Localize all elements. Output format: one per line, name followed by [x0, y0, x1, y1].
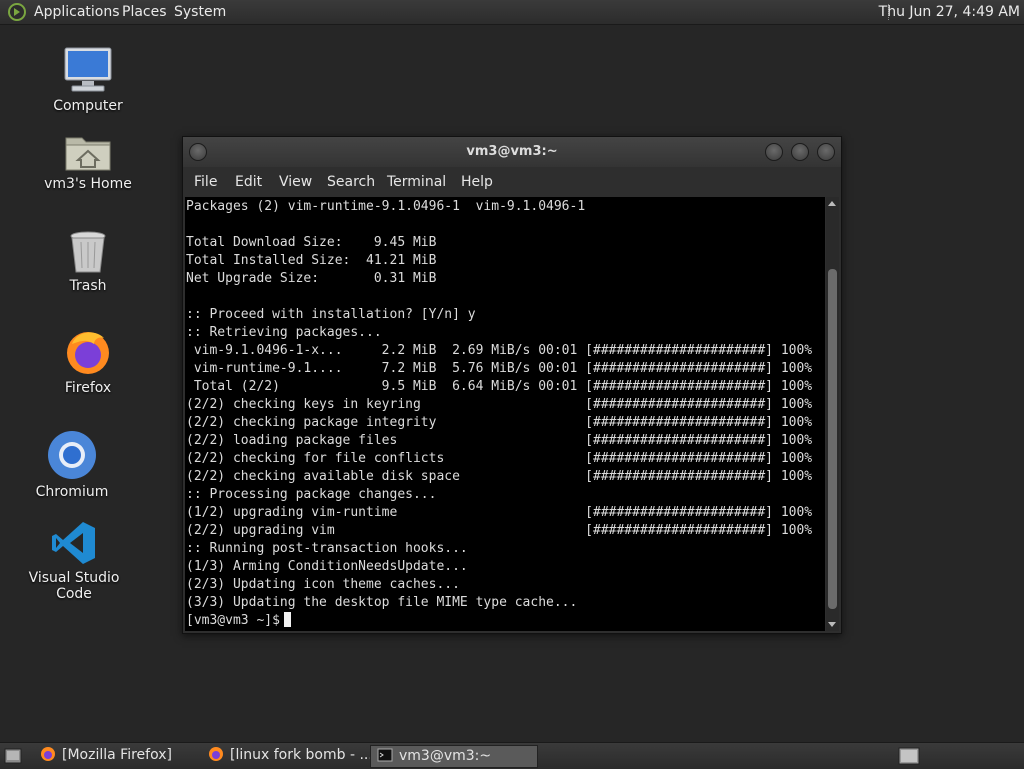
- terminal-line: (2/2) upgrading vim [###################…: [186, 523, 813, 538]
- os-logo-icon[interactable]: [8, 3, 26, 21]
- desktop-icon-label: Computer: [53, 98, 123, 114]
- firefox-icon: [41, 747, 55, 761]
- terminal-menubar: File Edit View Search Terminal Help: [183, 167, 841, 196]
- terminal-line: (2/2) checking keys in keyring [########…: [186, 397, 813, 412]
- terminal-line: (2/2) checking for file conflicts [#####…: [186, 451, 813, 466]
- workspace-switcher-icon[interactable]: [898, 747, 920, 765]
- terminal-line: (2/2) checking package integrity [######…: [186, 415, 813, 430]
- computer-icon: [64, 47, 112, 92]
- menu-search[interactable]: Search: [327, 174, 375, 190]
- desktop-icon-label: vm3's Home: [44, 176, 132, 192]
- menu-file[interactable]: File: [194, 174, 217, 190]
- desktop-icon-label: Chromium: [35, 484, 109, 500]
- menu-view[interactable]: View: [279, 174, 312, 190]
- vscode-icon: [52, 522, 95, 564]
- terminal-line: Net Upgrade Size: 0.31 MiB: [186, 271, 437, 286]
- desktop-icon-label: Trash: [69, 278, 107, 294]
- terminal-line: (2/2) loading package files [###########…: [186, 433, 813, 448]
- terminal-line: (2/2) checking available disk space [###…: [186, 469, 813, 484]
- terminal-line: Packages (2) vim-runtime-9.1.0496-1 vim-…: [186, 199, 586, 214]
- firefox-icon: [67, 332, 109, 374]
- terminal-line: (2/3) Updating icon theme caches...: [186, 577, 460, 592]
- terminal-line: Total Installed Size: 41.21 MiB: [186, 253, 437, 268]
- desktop-icon-label: Firefox: [64, 380, 112, 396]
- desktop-icon-home[interactable]: vm3's Home: [33, 130, 143, 192]
- terminal-output[interactable]: Packages (2) vim-runtime-9.1.0496-1 vim-…: [185, 197, 825, 631]
- minimize-button[interactable]: [765, 143, 783, 161]
- menu-applications[interactable]: Applications: [34, 4, 120, 20]
- terminal-cursor: [283, 612, 291, 627]
- menu-system[interactable]: System: [174, 4, 226, 20]
- taskbar-item-label: [Mozilla Firefox]: [62, 747, 172, 763]
- maximize-button[interactable]: [791, 143, 809, 161]
- desktop-icon-computer[interactable]: Computer: [33, 46, 143, 114]
- taskbar-item-terminal[interactable]: vm3@vm3:~: [370, 745, 538, 768]
- menu-help[interactable]: Help: [461, 174, 493, 190]
- desktop-icon-firefox[interactable]: Firefox: [33, 328, 143, 396]
- show-desktop-icon[interactable]: [4, 748, 22, 764]
- top-panel: Applications Places System Thu Jun 27, 4…: [0, 0, 1024, 25]
- terminal-window[interactable]: vm3@vm3:~ File Edit View Search Terminal…: [182, 136, 842, 634]
- terminal-line: (3/3) Updating the desktop file MIME typ…: [186, 595, 578, 610]
- terminal-line: vim-9.1.0496-1-x... 2.2 MiB 2.69 MiB/s 0…: [193, 343, 813, 358]
- firefox-icon: [209, 747, 223, 761]
- menu-edit[interactable]: Edit: [235, 174, 262, 190]
- terminal-prompt: [vm3@vm3 ~]$: [186, 613, 280, 628]
- terminal-icon: [377, 748, 393, 762]
- terminal-line: Total (2/2) 9.5 MiB 6.64 MiB/s 00:01 [##…: [193, 379, 813, 394]
- desktop-icon-label: Visual Studio Code: [28, 570, 120, 602]
- close-button[interactable]: [817, 143, 835, 161]
- terminal-line: (1/2) upgrading vim-runtime [###########…: [186, 505, 813, 520]
- desktop-icon-chromium[interactable]: Chromium: [17, 430, 127, 500]
- clock[interactable]: Thu Jun 27, 4:49 AM: [879, 4, 1020, 20]
- bottom-panel: [Mozilla Firefox] [linux fork bomb - ...…: [0, 742, 1024, 769]
- taskbar-item-firefox[interactable]: [Mozilla Firefox]: [34, 745, 202, 766]
- menu-places[interactable]: Places: [122, 4, 167, 20]
- window-title: vm3@vm3:~: [466, 144, 558, 159]
- terminal-line: (1/3) Arming ConditionNeedsUpdate...: [186, 559, 468, 574]
- desktop-icon-vscode[interactable]: Visual Studio Code: [19, 520, 129, 602]
- terminal-line: :: Processing package changes...: [186, 487, 437, 502]
- taskbar-item-firefox-2[interactable]: [linux fork bomb - ...: [202, 745, 370, 766]
- terminal-line: :: Running post-transaction hooks...: [186, 541, 468, 556]
- desktop-icon-trash[interactable]: Trash: [33, 230, 143, 294]
- taskbar-item-label: vm3@vm3:~: [399, 748, 492, 764]
- taskbar-item-label: [linux fork bomb - ...: [230, 747, 370, 763]
- terminal-line: :: Retrieving packages...: [186, 325, 382, 340]
- scroll-down-icon[interactable]: [828, 622, 836, 627]
- scroll-thumb[interactable]: [828, 269, 837, 609]
- scrollbar[interactable]: [826, 197, 839, 631]
- scroll-up-icon[interactable]: [828, 201, 836, 206]
- menu-terminal[interactable]: Terminal: [387, 174, 446, 190]
- chromium-icon: [48, 431, 96, 479]
- terminal-line: vim-runtime-9.1.... 7.2 MiB 5.76 MiB/s 0…: [193, 361, 813, 376]
- terminal-line: Total Download Size: 9.45 MiB: [186, 235, 437, 250]
- window-titlebar[interactable]: vm3@vm3:~: [183, 137, 841, 167]
- terminal-line: :: Proceed with installation? [Y/n] y: [186, 307, 476, 322]
- trash-icon: [70, 231, 106, 273]
- terminal-text: Packages (2) vim-runtime-9.1.0496-1 vim-…: [185, 197, 825, 630]
- home-folder-icon: [65, 137, 111, 171]
